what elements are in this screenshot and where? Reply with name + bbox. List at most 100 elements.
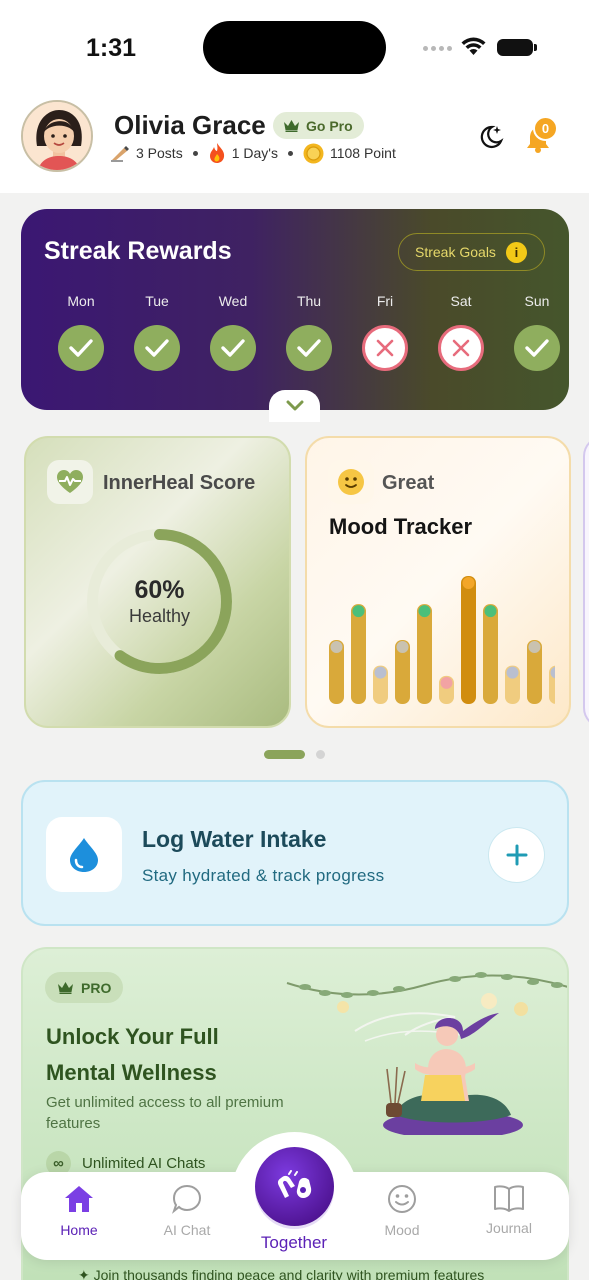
expand-streak-button[interactable] <box>269 390 320 422</box>
water-intake-card[interactable]: Log Water Intake Stay hydrated & track p… <box>21 780 569 926</box>
add-water-button[interactable] <box>488 827 545 883</box>
pro-badge: PRO <box>45 972 124 1003</box>
score-percent: 60% <box>134 576 185 604</box>
streak-day-wed: Wed <box>195 293 271 371</box>
nav-mood[interactable]: Mood <box>362 1184 442 1238</box>
water-icon-box <box>46 817 122 892</box>
pro-footer-label: Join thousands finding peace and clarity… <box>93 1267 485 1280</box>
cross-icon <box>362 325 408 371</box>
streak-day-label: Sat <box>450 293 472 309</box>
points: 1108 Point <box>329 145 396 161</box>
mood-emoji-box <box>328 460 374 504</box>
streak-title: Streak Rewards <box>44 237 232 265</box>
streak-rewards-card: Streak Rewards Streak Goals i Mon Tue Wed T… <box>21 209 569 410</box>
streak-day-sat: Sat <box>423 293 499 371</box>
chat-bubble-icon <box>172 1184 202 1214</box>
fire-icon <box>209 143 224 163</box>
crown-icon <box>284 120 299 132</box>
streak-day-fri: Fri <box>347 293 423 371</box>
streak-day-tue: Tue <box>119 293 195 371</box>
mood-face-icon <box>528 641 541 653</box>
pro-badge-label: PRO <box>81 979 112 996</box>
avatar[interactable] <box>21 100 93 172</box>
separator-dot <box>192 150 198 156</box>
mood-face-icon <box>418 605 431 618</box>
cross-icon <box>438 325 484 371</box>
theme-toggle-icon[interactable] <box>477 123 505 151</box>
mood-face-icon <box>440 676 453 689</box>
nav-home-label: Home <box>60 1222 98 1238</box>
writing-hand-icon <box>111 146 129 162</box>
nav-journal-label: Journal <box>486 1220 532 1236</box>
mood-bar <box>417 604 432 704</box>
smiley-icon <box>338 469 364 495</box>
heart-pulse-icon-box <box>47 460 93 504</box>
plus-icon <box>506 844 527 866</box>
water-title: Log Water Intake <box>142 826 327 852</box>
smiley-outline-icon <box>388 1185 416 1213</box>
mood-bar <box>483 604 498 704</box>
nav-journal[interactable]: Journal <box>469 1184 549 1236</box>
mood-bar-chart <box>329 576 555 704</box>
current-mood: Great <box>382 472 435 494</box>
mood-bar <box>461 576 476 704</box>
water-subtitle: Stay hydrated & track progress <box>142 866 385 885</box>
mood-face-icon <box>462 577 475 589</box>
crown-icon <box>58 982 73 994</box>
streak-day-mon: Mon <box>43 293 119 371</box>
carousel-dot-active[interactable] <box>264 750 305 759</box>
wifi-icon <box>461 37 486 55</box>
streak-day-thu: Thu <box>271 293 347 371</box>
together-button[interactable] <box>255 1147 334 1226</box>
streak-day-sun: Sun <box>499 293 575 371</box>
profile-header: Olivia Grace Go Pro 3 Posts 1 Day's 1108… <box>0 92 589 193</box>
nav-ai-chat-label: AI Chat <box>163 1222 211 1238</box>
posts-count: 3 Posts <box>136 145 183 161</box>
mood-tracker-card[interactable]: Great Mood Tracker <box>305 436 571 728</box>
pro-subtitle: Get unlimited access to all premium feat… <box>46 1094 284 1132</box>
mood-face-icon <box>484 605 497 618</box>
innerheal-title: InnerHeal Score <box>103 472 256 494</box>
carousel-dot[interactable] <box>316 750 325 759</box>
water-drop-icon <box>70 837 98 872</box>
mood-face-icon <box>396 641 409 653</box>
mood-tracker-title: Mood Tracker <box>329 514 473 539</box>
innerheal-score-card[interactable]: InnerHeal Score 60% Healthy <box>24 436 291 728</box>
streak-day-label: Wed <box>218 293 248 309</box>
go-pro-label: Go Pro <box>306 117 353 134</box>
go-pro-button[interactable]: Go Pro <box>273 112 364 139</box>
chevron-down-icon <box>286 400 303 411</box>
mood-face-icon <box>506 666 519 679</box>
meditation-illustration <box>286 972 567 1135</box>
streak-day-label: Fri <box>376 293 394 309</box>
hands-together-icon <box>277 1169 311 1198</box>
notification-badge: 0 <box>533 116 558 141</box>
battery-icon <box>497 39 537 56</box>
streak-day-label: Tue <box>145 293 169 309</box>
streak-goals-label: Streak Goals <box>415 244 496 260</box>
score-status: Healthy <box>128 606 191 626</box>
status-time: 1:31 <box>86 34 137 62</box>
streak-day-label: Thu <box>296 293 322 309</box>
next-card-peek[interactable] <box>583 436 589 728</box>
check-icon <box>210 325 256 371</box>
nav-together-label[interactable]: Together <box>230 1233 358 1253</box>
streak-days: 1 Day's <box>231 145 278 161</box>
pro-feature-label: Unlimited AI Chats <box>82 1155 206 1172</box>
mood-face-icon <box>352 605 365 618</box>
mood-face-icon <box>330 641 343 653</box>
nav-home[interactable]: Home <box>39 1184 119 1238</box>
book-icon <box>494 1185 524 1212</box>
pro-title: Unlock Your Full Mental Wellness <box>46 1024 219 1085</box>
dynamic-island <box>203 21 386 74</box>
user-name: Olivia Grace <box>114 110 266 140</box>
carousel-indicator <box>264 750 325 759</box>
streak-goals-button[interactable]: Streak Goals i <box>398 233 545 271</box>
coin-icon <box>303 143 324 163</box>
mood-face-icon <box>374 666 387 679</box>
streak-days-row: Mon Tue Wed Thu Fri Sat Sun <box>43 293 575 371</box>
profile-stats: 3 Posts 1 Day's 1108 Point <box>110 142 396 164</box>
nav-mood-label: Mood <box>384 1222 420 1238</box>
nav-ai-chat[interactable]: AI Chat <box>147 1184 227 1238</box>
signal-icon <box>423 46 452 51</box>
